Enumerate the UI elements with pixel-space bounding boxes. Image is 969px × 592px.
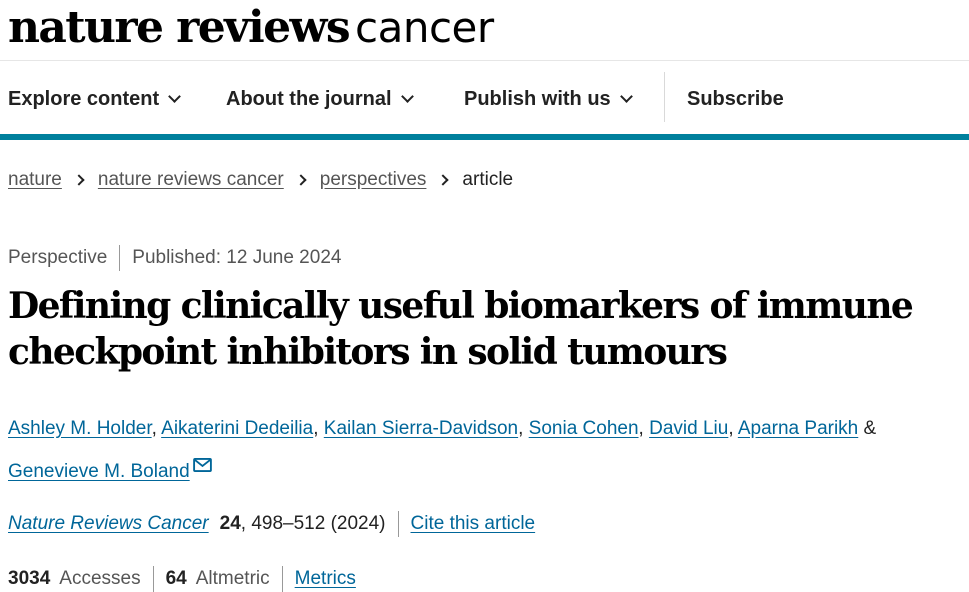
nav-divider (664, 72, 665, 122)
accesses-label: Accesses (59, 568, 141, 589)
metrics-divider (152, 566, 154, 592)
metrics-divider (281, 566, 283, 592)
nav-about-the-journal[interactable]: About the journal (226, 86, 414, 112)
pages-year: , 498–512 (2024) (240, 513, 386, 534)
nav-subscribe[interactable]: Subscribe (687, 86, 784, 112)
nav-explore-content[interactable]: Explore content (8, 86, 182, 112)
author-separator: , (518, 418, 529, 439)
author-link[interactable]: Genevieve M. Boland (8, 461, 190, 482)
published-date: Published: 12 June 2024 (132, 247, 342, 268)
nav-item-label: Explore content (8, 87, 160, 110)
email-icon[interactable] (192, 458, 212, 472)
citation-divider (397, 511, 399, 537)
chevron-right-icon (73, 174, 85, 186)
nav-item-label: Publish with us (464, 87, 611, 110)
altmetric-score: 64 (165, 568, 187, 589)
chevron-down-icon (168, 90, 182, 103)
breadcrumb-current: article (462, 169, 514, 190)
breadcrumb: nature nature reviews cancer perspective… (8, 169, 513, 191)
author-separator: , (638, 418, 650, 439)
article-meta: Perspective Published: 12 June 2024 (8, 245, 341, 271)
author-link[interactable]: Kailan Sierra-Davidson (324, 418, 518, 439)
author-separator: , (728, 418, 738, 439)
chevron-right-icon (437, 174, 450, 186)
metrics-link[interactable]: Metrics (295, 568, 356, 590)
author-separator: , (151, 418, 162, 439)
author-link[interactable]: David Liu (649, 418, 728, 439)
author-separator: , (313, 418, 324, 439)
breadcrumb-link-nature-reviews-cancer[interactable]: nature reviews cancer (98, 169, 284, 191)
meta-divider (119, 245, 121, 271)
nav-item-label: About the journal (226, 87, 392, 110)
nav-publish-with-us[interactable]: Publish with us (464, 86, 633, 112)
altmetric-label: Altmetric (195, 568, 270, 589)
author-list: Ashley M. Holder, Aikaterini Dedeilia, K… (8, 407, 969, 493)
nav-accent-bar (0, 134, 969, 140)
header-divider (0, 60, 969, 61)
article-type: Perspective (8, 247, 108, 268)
chevron-right-icon (295, 174, 307, 186)
author-link[interactable]: Ashley M. Holder (8, 418, 152, 439)
site-logo[interactable]: nature reviews cancer (8, 0, 494, 56)
author-ampersand: & (858, 418, 877, 439)
article-metrics: 3034 Accesses 64 Altmetric Metrics (8, 566, 356, 592)
author-link[interactable]: Aikaterini Dedeilia (161, 418, 313, 439)
accesses-count: 3034 (8, 568, 51, 589)
breadcrumb-link-nature[interactable]: nature (8, 169, 62, 191)
breadcrumb-link-perspectives[interactable]: perspectives (320, 169, 427, 191)
journal-link[interactable]: Nature Reviews Cancer (8, 513, 209, 535)
citation-line: Nature Reviews Cancer 24, 498–512 (2024)… (8, 511, 535, 537)
chevron-down-icon (400, 90, 414, 103)
nav-item-label: Subscribe (687, 87, 784, 110)
logo-brand-bold: nature reviews (8, 2, 351, 53)
author-link[interactable]: Aparna Parikh (738, 418, 858, 439)
author-link[interactable]: Sonia Cohen (529, 418, 639, 439)
cite-article-link[interactable]: Cite this article (411, 513, 536, 535)
logo-brand-light: cancer (355, 3, 494, 52)
chevron-down-icon (619, 90, 633, 103)
journal-volume: 24 (219, 513, 241, 534)
article-title: Defining clinically useful biomarkers of… (8, 285, 914, 373)
